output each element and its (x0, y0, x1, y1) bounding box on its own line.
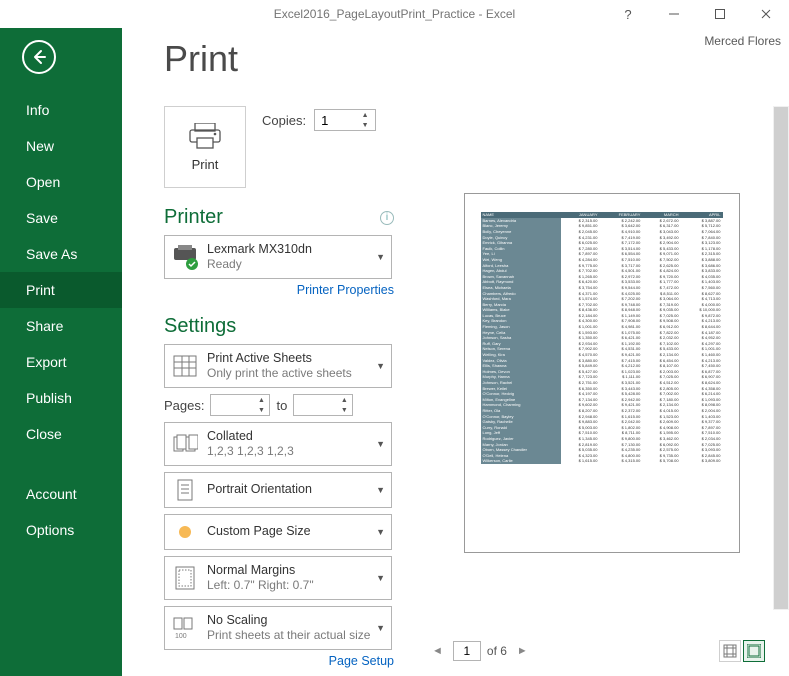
portrait-icon (171, 476, 199, 504)
next-page-button[interactable]: ► (513, 645, 532, 657)
pages-to-label: to (276, 398, 287, 413)
spinner-up-icon[interactable]: ▲ (357, 110, 373, 120)
print-what-line2: Only print the active sheets (207, 366, 352, 381)
scrollbar-thumb[interactable] (774, 107, 788, 609)
collate-icon (171, 430, 199, 458)
info-icon[interactable]: i (380, 211, 394, 225)
sidebar-item-open[interactable]: Open (0, 164, 122, 200)
sidebar-item-options[interactable]: Options (0, 512, 122, 548)
back-button[interactable] (22, 40, 56, 74)
sidebar-item-info[interactable]: Info (0, 92, 122, 128)
printer-icon (189, 123, 221, 149)
printer-status: Ready (207, 257, 312, 272)
chevron-down-icon: ▼ (376, 361, 385, 371)
collate-line2: 1,2,3 1,2,3 1,2,3 (207, 444, 294, 459)
pages-to-input[interactable] (294, 398, 336, 413)
settings-section-header: Settings (164, 315, 236, 338)
help-button[interactable]: ? (605, 0, 651, 28)
chevron-down-icon: ▼ (376, 573, 385, 583)
copies-spinner[interactable]: ▲▼ (314, 109, 376, 131)
copies-label: Copies: (262, 113, 306, 128)
page-setup-link[interactable]: Page Setup (164, 654, 394, 668)
sidebar-item-publish[interactable]: Publish (0, 380, 122, 416)
spinner-down-icon[interactable]: ▼ (357, 120, 373, 130)
collate-dropdown[interactable]: Collated 1,2,3 1,2,3 1,2,3 ▼ (164, 422, 392, 466)
close-button[interactable] (743, 0, 789, 28)
printer-dropdown[interactable]: Lexmark MX310dn Ready ▼ (164, 235, 392, 279)
back-arrow-icon (30, 48, 48, 66)
pages-label: Pages: (164, 398, 204, 413)
minimize-button[interactable] (651, 0, 697, 28)
scrollbar-vertical[interactable] (773, 106, 789, 610)
chevron-down-icon: ▼ (376, 623, 385, 633)
margins-line2: Left: 0.7" Right: 0.7" (207, 578, 314, 593)
maximize-button[interactable] (697, 0, 743, 28)
chevron-down-icon: ▼ (376, 252, 385, 262)
scaling-line2: Print sheets at their actual size (207, 628, 370, 643)
pages-from-input[interactable] (211, 398, 253, 413)
pages-from-spinner[interactable]: ▲▼ (210, 394, 270, 416)
prev-page-button[interactable]: ◄ (428, 645, 447, 657)
print-button-label: Print (192, 157, 219, 172)
sidebar-item-print[interactable]: Print (0, 272, 122, 308)
backstage-sidebar: InfoNewOpenSaveSave AsPrintShareExportPu… (0, 28, 122, 676)
sidebar-item-save[interactable]: Save (0, 200, 122, 236)
printer-properties-link[interactable]: Printer Properties (164, 283, 394, 297)
chevron-down-icon: ▼ (376, 485, 385, 495)
margins-icon (171, 564, 199, 592)
sidebar-item-account[interactable]: Account (0, 476, 122, 512)
show-margins-button[interactable] (719, 640, 741, 662)
sheets-icon (171, 352, 199, 380)
print-preview-pane: NAMEJANUARYFEBRUARYMARCHAPRILBarnes, Ale… (408, 106, 789, 666)
svg-text:100: 100 (175, 633, 187, 640)
sidebar-item-export[interactable]: Export (0, 344, 122, 380)
sidebar-item-save-as[interactable]: Save As (0, 236, 122, 272)
chevron-down-icon: ▼ (376, 439, 385, 449)
print-what-dropdown[interactable]: Print Active Sheets Only print the activ… (164, 344, 392, 388)
print-button[interactable]: Print (164, 106, 246, 188)
scaling-icon: 100 (171, 614, 199, 642)
pagesize-icon (171, 518, 199, 546)
pages-to-spinner[interactable]: ▲▼ (293, 394, 353, 416)
sidebar-item-share[interactable]: Share (0, 308, 122, 344)
preview-page: NAMEJANUARYFEBRUARYMARCHAPRILBarnes, Ale… (464, 193, 740, 553)
printer-section-header: Printer (164, 206, 223, 229)
scaling-line1: No Scaling (207, 613, 370, 629)
sidebar-item-close[interactable]: Close (0, 416, 122, 452)
chevron-down-icon: ▼ (376, 527, 385, 537)
print-what-line1: Print Active Sheets (207, 351, 352, 367)
pagesize-dropdown[interactable]: Custom Page Size ▼ (164, 514, 392, 550)
orientation-line1: Portrait Orientation (207, 482, 312, 498)
collate-line1: Collated (207, 429, 294, 445)
page-count-label: of 6 (487, 644, 507, 658)
orientation-dropdown[interactable]: Portrait Orientation ▼ (164, 472, 392, 508)
window-title: Excel2016_PageLayoutPrint_Practice - Exc… (274, 7, 515, 21)
margins-line1: Normal Margins (207, 563, 314, 579)
page-number-input[interactable] (453, 641, 481, 661)
copies-input[interactable] (315, 113, 357, 128)
page-title: Print (164, 38, 789, 80)
margins-dropdown[interactable]: Normal Margins Left: 0.7" Right: 0.7" ▼ (164, 556, 392, 600)
sidebar-item-new[interactable]: New (0, 128, 122, 164)
printer-name: Lexmark MX310dn (207, 242, 312, 258)
pagesize-line1: Custom Page Size (207, 524, 311, 540)
printer-status-icon (171, 243, 199, 271)
scaling-dropdown[interactable]: 100 No Scaling Print sheets at their act… (164, 606, 392, 650)
zoom-to-page-button[interactable] (743, 640, 765, 662)
